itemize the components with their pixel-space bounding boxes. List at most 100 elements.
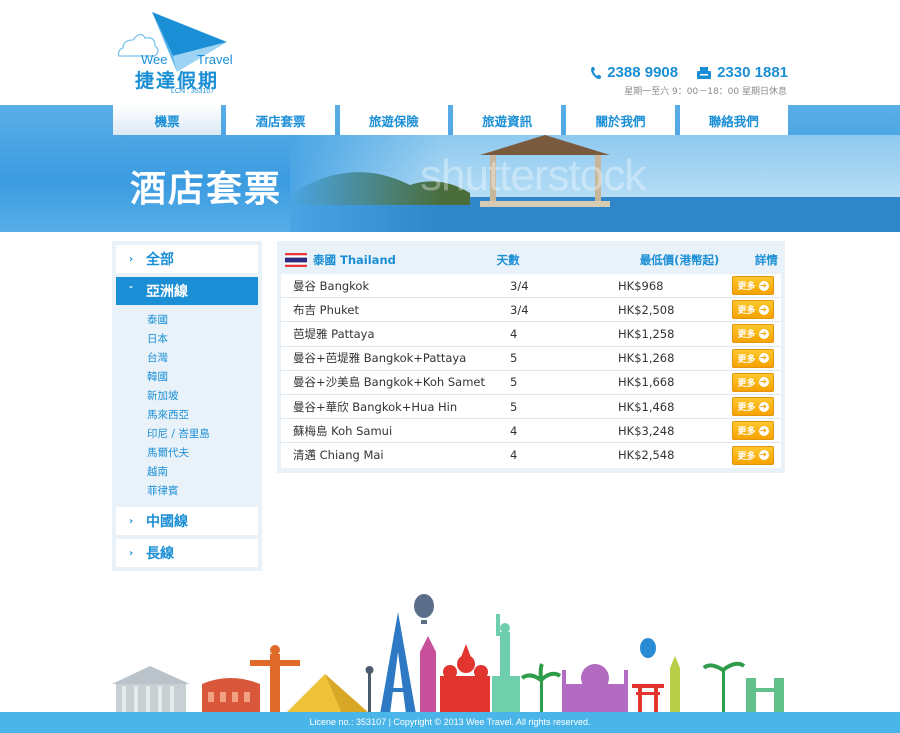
sidebar-item-label: 長線 <box>146 546 174 562</box>
country-header: 泰國 Thailand <box>281 252 491 268</box>
chevron-right-icon: › <box>128 547 134 559</box>
big-ben-icon <box>670 668 680 714</box>
more-button[interactable]: 更多 ➜ <box>732 348 774 368</box>
sidebar-item-long-haul[interactable]: › 長線 <box>116 539 258 567</box>
st-basils-cathedral-icon <box>440 644 490 714</box>
more-button[interactable]: 更多 ➜ <box>732 445 774 465</box>
tab-about-us[interactable]: 關於我們 <box>566 105 675 135</box>
statue-of-liberty-icon <box>492 614 520 714</box>
table-row: 曼谷 Bangkok 3/4 HK$968 更多 ➜ <box>281 274 781 299</box>
hot-air-balloon-icon <box>640 638 656 658</box>
tab-hotel-packages[interactable]: 酒店套票 <box>226 105 335 135</box>
logo-license: LCN : 353107 <box>171 88 215 95</box>
package-price: HK$1,668 <box>618 375 675 390</box>
package-table: 泰國 Thailand 天數 最低價(港幣起) 詳情 曼谷 Bangkok 3/… <box>277 241 785 473</box>
sidebar-subitem-malaysia[interactable]: 馬來西亞 <box>147 406 258 425</box>
table-header: 泰國 Thailand 天數 最低價(港幣起) 詳情 <box>281 245 781 274</box>
sidebar-item-label: 亞洲線 <box>146 284 188 300</box>
phone-number: 2388 9908 <box>607 64 679 81</box>
torii-gate-icon <box>632 684 664 714</box>
more-button-label: 更多 <box>737 427 756 438</box>
fax-contact[interactable]: 2330 1881 <box>696 64 788 81</box>
tower-bridge-icon <box>746 678 784 714</box>
more-button[interactable]: 更多 ➜ <box>732 397 774 417</box>
package-days: 3/4 <box>510 302 529 317</box>
palm-tree-icon <box>702 661 746 714</box>
package-name: 蘇梅島 Koh Samui <box>293 423 393 438</box>
arrow-right-circle-icon: ➜ <box>758 280 769 291</box>
package-name: 曼谷+芭堤雅 Bangkok+Pattaya <box>293 351 467 366</box>
sidebar-subitem-taiwan[interactable]: 台灣 <box>147 349 258 368</box>
package-name: 曼谷+華欣 Bangkok+Hua Hin <box>293 399 458 414</box>
package-name: 曼谷 Bangkok <box>293 278 370 293</box>
sidebar-subitem-japan[interactable]: 日本 <box>147 330 258 349</box>
thailand-flag-icon <box>285 253 307 267</box>
more-button[interactable]: 更多 ➜ <box>732 276 774 296</box>
arrow-right-circle-icon: ➜ <box>758 425 769 436</box>
arrow-right-circle-icon: ➜ <box>758 353 769 364</box>
sidebar-submenu: 泰國 日本 台灣 韓國 新加坡 馬來西亞 印尼 / 峇里島 馬爾代夫 越南 菲律… <box>116 309 258 507</box>
sidebar: › 全部 ˇ 亞洲線 泰國 日本 台灣 韓國 新加坡 馬來西亞 印尼 / 峇里島… <box>112 241 262 571</box>
table-row: 曼谷+芭堤雅 Bangkok+Pattaya 5 HK$1,268 更多 ➜ <box>281 346 781 371</box>
more-button[interactable]: 更多 ➜ <box>732 324 774 344</box>
package-price: HK$1,258 <box>618 326 675 341</box>
phone-contact[interactable]: 2388 9908 <box>590 64 678 81</box>
colosseum-icon <box>202 678 260 714</box>
package-price: HK$1,468 <box>618 399 675 414</box>
sidebar-subitem-indonesia-bali[interactable]: 印尼 / 峇里島 <box>147 425 258 444</box>
table-row: 芭堤雅 Pattaya 4 HK$1,258 更多 ➜ <box>281 322 781 347</box>
details-header: 詳情 <box>754 252 778 267</box>
sidebar-subitem-korea[interactable]: 韓國 <box>147 368 258 387</box>
chevron-right-icon: › <box>128 515 134 527</box>
price-header: 最低價(港幣起) <box>639 252 720 267</box>
tower-icon <box>420 652 436 714</box>
package-days: 5 <box>510 375 518 390</box>
lamppost-icon <box>368 672 371 714</box>
fax-number: 2330 1881 <box>717 64 788 81</box>
package-price: HK$2,548 <box>618 448 675 463</box>
package-name: 芭堤雅 Pattaya <box>293 326 375 341</box>
fax-icon <box>697 66 712 79</box>
more-button-label: 更多 <box>737 378 756 389</box>
watermark: shutterstock <box>420 151 646 200</box>
sidebar-subitem-philippines[interactable]: 菲律賓 <box>147 482 258 501</box>
sidebar-subitem-singapore[interactable]: 新加坡 <box>147 387 258 406</box>
sidebar-item-asia[interactable]: ˇ 亞洲線 <box>116 277 258 305</box>
package-price: HK$3,248 <box>618 423 675 438</box>
package-name: 布吉 Phuket <box>293 302 360 317</box>
sidebar-item-label: 全部 <box>146 252 174 268</box>
more-button[interactable]: 更多 ➜ <box>732 300 774 320</box>
more-button[interactable]: 更多 ➜ <box>732 372 774 392</box>
logo-text-travel: Travel <box>197 52 233 67</box>
tab-contact-us[interactable]: 聯絡我們 <box>679 105 788 135</box>
arrow-right-circle-icon: ➜ <box>758 450 769 461</box>
eiffel-tower-icon <box>380 612 416 714</box>
more-button-label: 更多 <box>737 330 756 341</box>
tab-flights[interactable]: 機票 <box>113 105 222 135</box>
package-name: 曼谷+沙美島 Bangkok+Koh Samet <box>293 375 485 390</box>
contact-info: 2388 9908 2330 1881 <box>590 64 788 81</box>
arrow-right-circle-icon: ➜ <box>758 377 769 388</box>
logo[interactable]: Wee Travel 捷達假期 LCN : 353107 <box>115 10 245 98</box>
tab-travel-info[interactable]: 旅遊資訊 <box>452 105 562 135</box>
package-price: HK$1,268 <box>618 351 675 366</box>
banner-title: 酒店套票 <box>130 168 283 210</box>
tab-travel-insurance[interactable]: 旅遊保險 <box>339 105 448 135</box>
sidebar-item-china[interactable]: › 中國線 <box>116 507 258 535</box>
chevron-right-icon: › <box>128 253 134 265</box>
phone-icon <box>591 66 602 79</box>
main-nav: 機票 酒店套票 旅遊保險 旅遊資訊 關於我們 聯絡我們 <box>113 105 788 135</box>
more-button[interactable]: 更多 ➜ <box>732 421 774 441</box>
arrow-right-circle-icon: ➜ <box>758 304 769 315</box>
sidebar-subitem-vietnam[interactable]: 越南 <box>147 463 258 482</box>
arrow-right-circle-icon: ➜ <box>758 401 769 412</box>
more-button-label: 更多 <box>737 354 756 365</box>
chevron-down-icon: ˇ <box>128 285 134 297</box>
sidebar-subitem-thailand[interactable]: 泰國 <box>147 311 258 330</box>
office-hours: 星期一至六 9：00－18：00 星期日休息 <box>624 87 787 97</box>
sidebar-item-all[interactable]: › 全部 <box>116 245 258 273</box>
table-row: 布吉 Phuket 3/4 HK$2,508 更多 ➜ <box>281 298 781 323</box>
sidebar-item-label: 中國線 <box>146 514 188 530</box>
sidebar-subitem-maldives[interactable]: 馬爾代夫 <box>147 444 258 463</box>
world-landmarks-illustration <box>112 594 784 714</box>
